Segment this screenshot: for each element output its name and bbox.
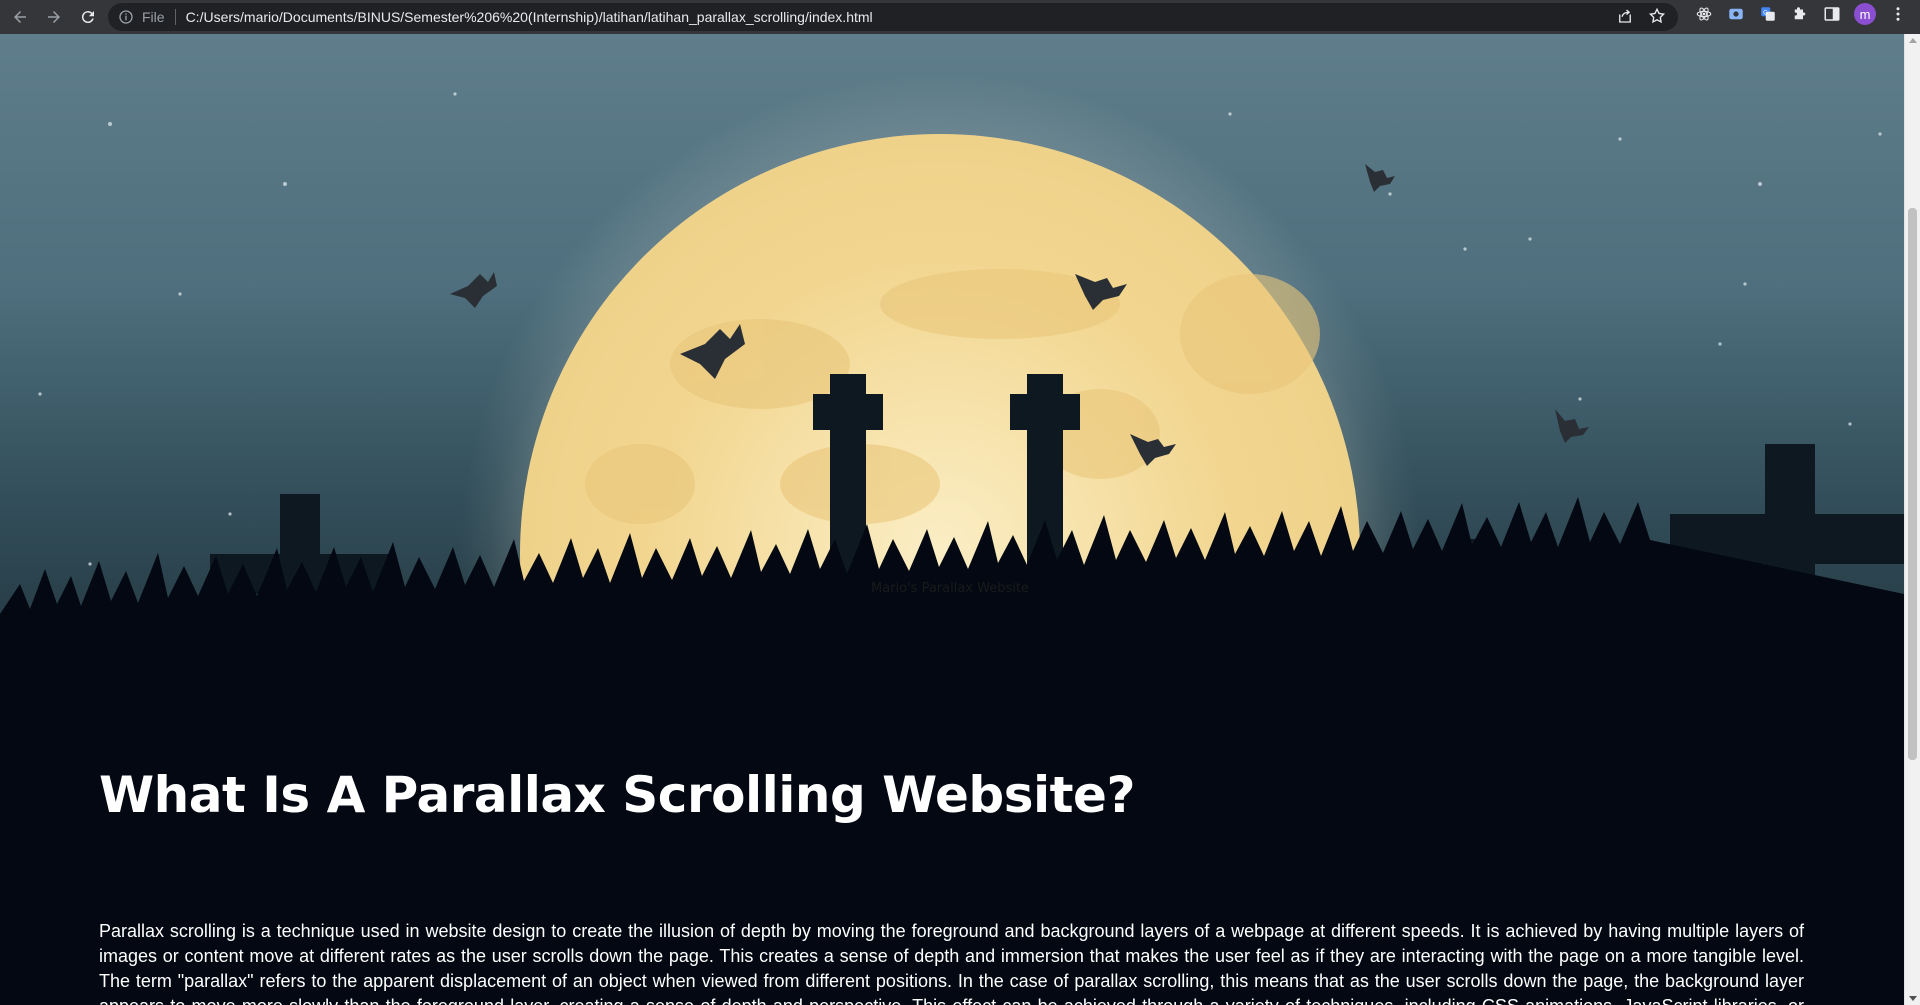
- back-icon[interactable]: [6, 3, 34, 31]
- browser-toolbar: File C:/Users/mario/Documents/BINUS/Seme…: [0, 0, 1920, 34]
- svg-text:G: G: [1763, 9, 1768, 16]
- hero-caption: Mario's Parallax Website: [871, 581, 1029, 596]
- page-viewport: Mario's Parallax Website What Is A Paral…: [0, 34, 1904, 1005]
- scroll-thumb[interactable]: [1908, 208, 1917, 760]
- address-bar[interactable]: File C:/Users/mario/Documents/BINUS/Seme…: [108, 3, 1678, 31]
- scheme-label: File: [142, 9, 165, 25]
- forward-icon[interactable]: [40, 3, 68, 31]
- scroll-down-arrow-icon[interactable]: [1909, 996, 1917, 1001]
- extensions-row: G m: [1694, 3, 1908, 25]
- url-text[interactable]: C:/Users/mario/Documents/BINUS/Semester%…: [186, 9, 873, 25]
- page-title: What Is A Parallax Scrolling Website?: [99, 766, 1135, 824]
- share-icon[interactable]: [1616, 7, 1634, 25]
- halloween-scene-illustration: [0, 74, 1904, 754]
- extension-react-icon[interactable]: [1694, 4, 1714, 24]
- intro-paragraph: Parallax scrolling is a technique used i…: [99, 921, 1804, 1005]
- extension-translate-icon[interactable]: G: [1758, 4, 1778, 24]
- side-panel-icon[interactable]: [1822, 4, 1842, 24]
- vertical-scrollbar[interactable]: [1904, 34, 1920, 1005]
- omnibox-divider: [174, 9, 176, 25]
- bookmark-star-icon[interactable]: [1648, 7, 1666, 25]
- reload-icon[interactable]: [74, 3, 102, 31]
- menu-dots-icon[interactable]: [1888, 4, 1908, 24]
- profile-avatar[interactable]: m: [1854, 3, 1876, 25]
- article-section: What Is A Parallax Scrolling Website? Pa…: [0, 674, 1904, 1005]
- parallax-hero: Mario's Parallax Website: [0, 34, 1904, 754]
- extension-screen-icon[interactable]: [1726, 4, 1746, 24]
- extensions-puzzle-icon[interactable]: [1790, 4, 1810, 24]
- site-info-icon[interactable]: [118, 9, 134, 25]
- scroll-up-arrow-icon[interactable]: [1909, 38, 1917, 43]
